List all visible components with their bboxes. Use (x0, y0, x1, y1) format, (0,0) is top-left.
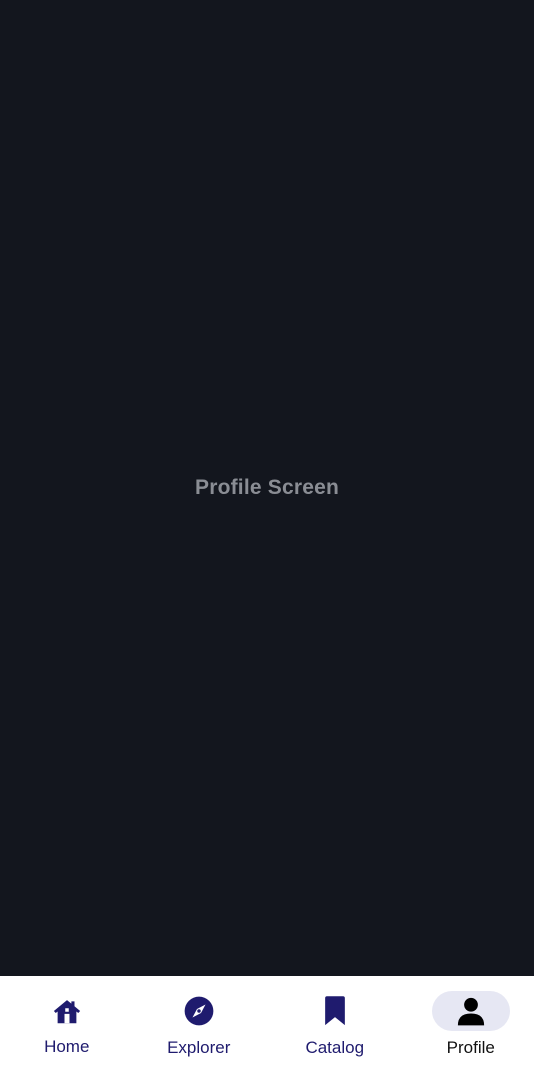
nav-item-catalog[interactable]: Catalog (268, 976, 402, 1080)
nav-item-explorer-label: Explorer (167, 1038, 231, 1057)
screen-title: Profile Screen (194, 476, 340, 499)
bottom-navigation-bar: Home Explorer Catalog Profile (0, 976, 534, 1080)
nav-item-catalog-label: Catalog (305, 1038, 365, 1057)
nav-item-profile-label: Profile (446, 1038, 495, 1057)
nav-item-profile[interactable]: Profile (404, 976, 534, 1080)
profile-screen-content: Profile Screen (0, 0, 534, 976)
nav-item-explorer-icon-wrap (160, 991, 238, 1031)
home-icon (53, 1000, 80, 1024)
person-icon (457, 997, 484, 1026)
nav-item-home[interactable]: Home (0, 976, 134, 1080)
compass-icon (184, 996, 214, 1026)
bookmark-icon (324, 996, 345, 1026)
nav-item-catalog-icon-wrap (296, 991, 374, 1031)
nav-item-home-label: Home (44, 1037, 90, 1056)
app-root: Profile Screen Home Explorer Catalog Pro… (0, 0, 534, 1080)
nav-item-explorer[interactable]: Explorer (132, 976, 266, 1080)
nav-item-profile-active-indicator (431, 991, 510, 1031)
nav-item-home-icon-wrap (28, 992, 106, 1032)
